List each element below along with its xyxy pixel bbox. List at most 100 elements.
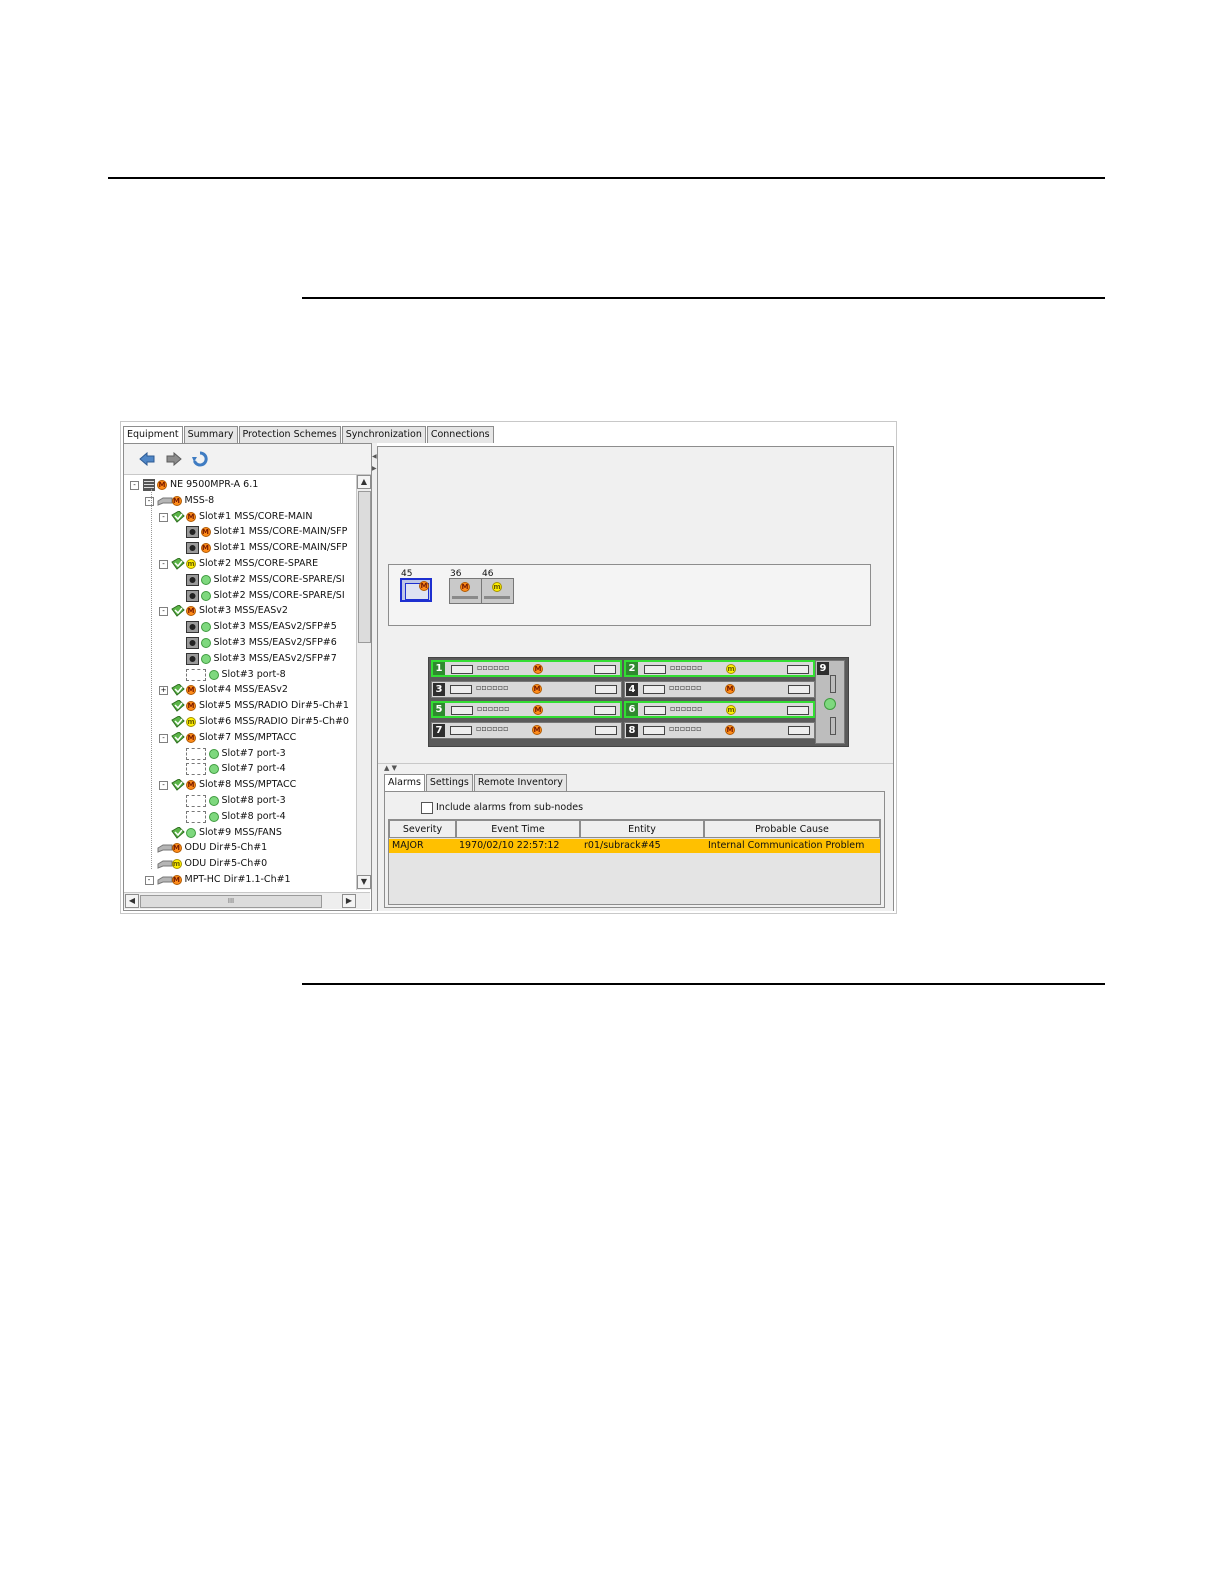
tree-node[interactable]: MPT#11Ch#1/SFPcoupl <box>124 889 356 890</box>
collapse-icon[interactable]: - <box>159 560 168 569</box>
tree-node[interactable]: Slot#3 MSS/EASv2/SFP#5 <box>124 620 356 635</box>
tree-node[interactable]: Slot#3 port-8 <box>124 668 356 683</box>
refresh-icon[interactable] <box>191 451 209 467</box>
tree-node[interactable]: Slot#2 MSS/CORE-SPARE/SI <box>124 589 356 604</box>
tab-remote-inventory[interactable]: Remote Inventory <box>473 774 567 791</box>
subrack-46[interactable]: 46 m <box>481 569 514 604</box>
tree-node[interactable]: m Slot#6 MSS/RADIO Dir#5-Ch#0 <box>124 715 356 730</box>
collapse-icon[interactable]: - <box>159 781 168 791</box>
card-led-icon <box>594 706 616 715</box>
arrow-right-icon[interactable] <box>165 451 183 467</box>
tree-node[interactable]: M Slot#1 MSS/CORE-MAIN/SFP <box>124 541 356 556</box>
table-row[interactable]: MAJOR 1970/02/10 22:57:12 r01/subrack#45… <box>389 839 880 853</box>
tree-node[interactable]: Slot#7 port-4 <box>124 762 356 777</box>
scroll-thumb[interactable] <box>358 491 371 643</box>
tree-node[interactable]: Slot#2 MSS/CORE-SPARE/SI <box>124 573 356 588</box>
tree-node[interactable]: M Slot#5 MSS/RADIO Dir#5-Ch#1 <box>124 699 356 714</box>
shelf-slot-2[interactable]: 2 ▫▫▫▫▫▫ m <box>624 660 815 677</box>
tab-settings[interactable]: Settings <box>425 774 473 791</box>
column-header-severity[interactable]: Severity <box>389 820 456 838</box>
collapse-icon[interactable]: - <box>159 607 168 617</box>
card-icon <box>171 699 185 712</box>
card-ports-icon: ▫▫▫▫▫▫ <box>670 704 703 713</box>
shelf-slot-8[interactable]: 8 ▫▫▫▫▫▫ M <box>624 721 815 739</box>
tree-node[interactable]: Slot#3 MSS/EASv2/SFP#6 <box>124 636 356 651</box>
slot-number: 6 <box>626 703 638 716</box>
collapse-icon[interactable]: - <box>159 512 168 522</box>
column-header-entity[interactable]: Entity <box>580 820 704 838</box>
tree-node[interactable]: Slot#7 port-3 <box>124 747 356 762</box>
tree-node[interactable]: - M Slot#1 MSS/CORE-MAIN <box>124 509 356 525</box>
tree-node[interactable]: Slot#8 port-4 <box>124 810 356 825</box>
tab-alarms[interactable]: Alarms <box>384 774 425 791</box>
port-icon <box>185 795 206 807</box>
major-alarm-icon: M <box>171 875 182 885</box>
section-rule-1 <box>302 297 1105 299</box>
hscroll-thumb[interactable]: III <box>140 895 322 908</box>
tree-node-label: Slot#3 port-8 <box>221 668 286 680</box>
tab-synchronization[interactable]: Synchronization <box>341 426 426 443</box>
collapse-icon[interactable]: - <box>130 481 139 490</box>
scroll-left-icon[interactable]: ◀ <box>125 894 139 908</box>
collapse-arrows[interactable]: ▲ ▼ <box>384 764 397 772</box>
entity-cell: r01/subrack#45 <box>584 840 661 851</box>
slot-number: 2 <box>626 662 638 675</box>
tree-node[interactable]: + M Slot#4 MSS/EASv2 <box>124 683 356 698</box>
card-ports-icon: ▫▫▫▫▫▫ <box>669 723 702 733</box>
tree-node[interactable]: - m Slot#2 MSS/CORE-SPARE <box>124 557 356 572</box>
tree-node[interactable]: - M Slot#8 MSS/MPTACC <box>124 778 356 793</box>
scroll-down-icon[interactable]: ▼ <box>357 875 371 889</box>
tab-summary[interactable]: Summary <box>183 426 238 443</box>
tree-node[interactable]: - M Slot#3 MSS/EASv2 <box>124 604 356 619</box>
major-alarm-icon: M <box>725 683 735 694</box>
main-tabs: Equipment Summary Protection Schemes Syn… <box>123 426 495 444</box>
tree-node[interactable]: M Slot#1 MSS/CORE-MAIN/SFP <box>124 525 356 540</box>
shelf-slot-3[interactable]: 3 ▫▫▫▫▫▫ M <box>431 680 622 698</box>
tab-connections[interactable]: Connections <box>426 426 494 443</box>
tree-horizontal-scrollbar[interactable]: ◀ III ▶ <box>124 892 370 909</box>
tab-protection-schemes[interactable]: Protection Schemes <box>238 426 341 443</box>
tree-node[interactable]: - M MSS-8 <box>124 494 356 509</box>
scroll-grip: III <box>227 897 235 905</box>
tree-node[interactable]: - M NE 9500MPR-A 6.1 <box>124 478 356 493</box>
shelf-slot-1[interactable]: 1 ▫▫▫▫▫▫ M <box>431 660 622 677</box>
port-connector-icon <box>451 706 473 715</box>
tree-node[interactable]: m ODU Dir#5-Ch#0 <box>124 857 356 872</box>
tree-node[interactable]: M ODU Dir#5-Ch#1 <box>124 841 356 856</box>
port-connector-icon <box>450 684 472 694</box>
shelf-slot-5[interactable]: 5 ▫▫▫▫▫▫ M <box>431 701 622 718</box>
subrack-36[interactable]: 36 M <box>449 569 482 604</box>
tree-vertical-scrollbar[interactable]: ▲ ▼ <box>356 475 371 890</box>
shelf-slot-7[interactable]: 7 ▫▫▫▫▫▫ M <box>431 721 622 739</box>
tree-node-label: Slot#3 MSS/EASv2/SFP#7 <box>213 652 337 664</box>
tree-node[interactable]: Slot#3 MSS/EASv2/SFP#7 <box>124 652 356 667</box>
sfp-icon <box>185 621 199 634</box>
tree-node[interactable]: Slot#8 port-3 <box>124 794 356 809</box>
port-icon <box>185 763 206 776</box>
collapse-icon[interactable]: - <box>159 733 168 743</box>
major-alarm-icon: M <box>186 732 196 743</box>
scroll-right-icon[interactable]: ▶ <box>342 894 356 908</box>
port-connector-icon <box>644 665 666 674</box>
tree-node[interactable]: - M MPT-HC Dir#1.1-Ch#1 <box>124 873 356 888</box>
collapse-icon[interactable]: - <box>144 876 154 885</box>
tree-node[interactable]: Slot#9 MSS/FANS <box>124 825 356 841</box>
fan-slot[interactable]: 9 <box>815 660 845 744</box>
card-ports-icon: ▫▫▫▫▫▫ <box>669 682 702 692</box>
port-icon <box>185 668 206 681</box>
shelf-slot-6[interactable]: 6 ▫▫▫▫▫▫ m <box>624 701 815 718</box>
card-icon <box>171 715 185 728</box>
tab-equipment[interactable]: Equipment <box>123 426 183 444</box>
column-header-event-time[interactable]: Event Time <box>456 820 580 838</box>
shelf-slot-4[interactable]: 4 ▫▫▫▫▫▫ M <box>624 680 815 698</box>
arrow-left-icon[interactable] <box>138 451 156 467</box>
scroll-up-icon[interactable]: ▲ <box>357 475 371 489</box>
include-subnodes-checkbox[interactable] <box>421 802 433 814</box>
tree-node-label: Slot#7 MSS/MPTACC <box>199 731 297 743</box>
subrack-45[interactable]: 45 M <box>400 569 435 602</box>
port-connector-icon <box>451 665 473 674</box>
expand-icon[interactable]: + <box>159 686 168 696</box>
column-header-probable-cause[interactable]: Probable Cause <box>704 820 880 838</box>
tree-node-label: ODU Dir#5-Ch#1 <box>184 842 268 854</box>
tree-node[interactable]: - M Slot#7 MSS/MPTACC <box>124 731 356 746</box>
